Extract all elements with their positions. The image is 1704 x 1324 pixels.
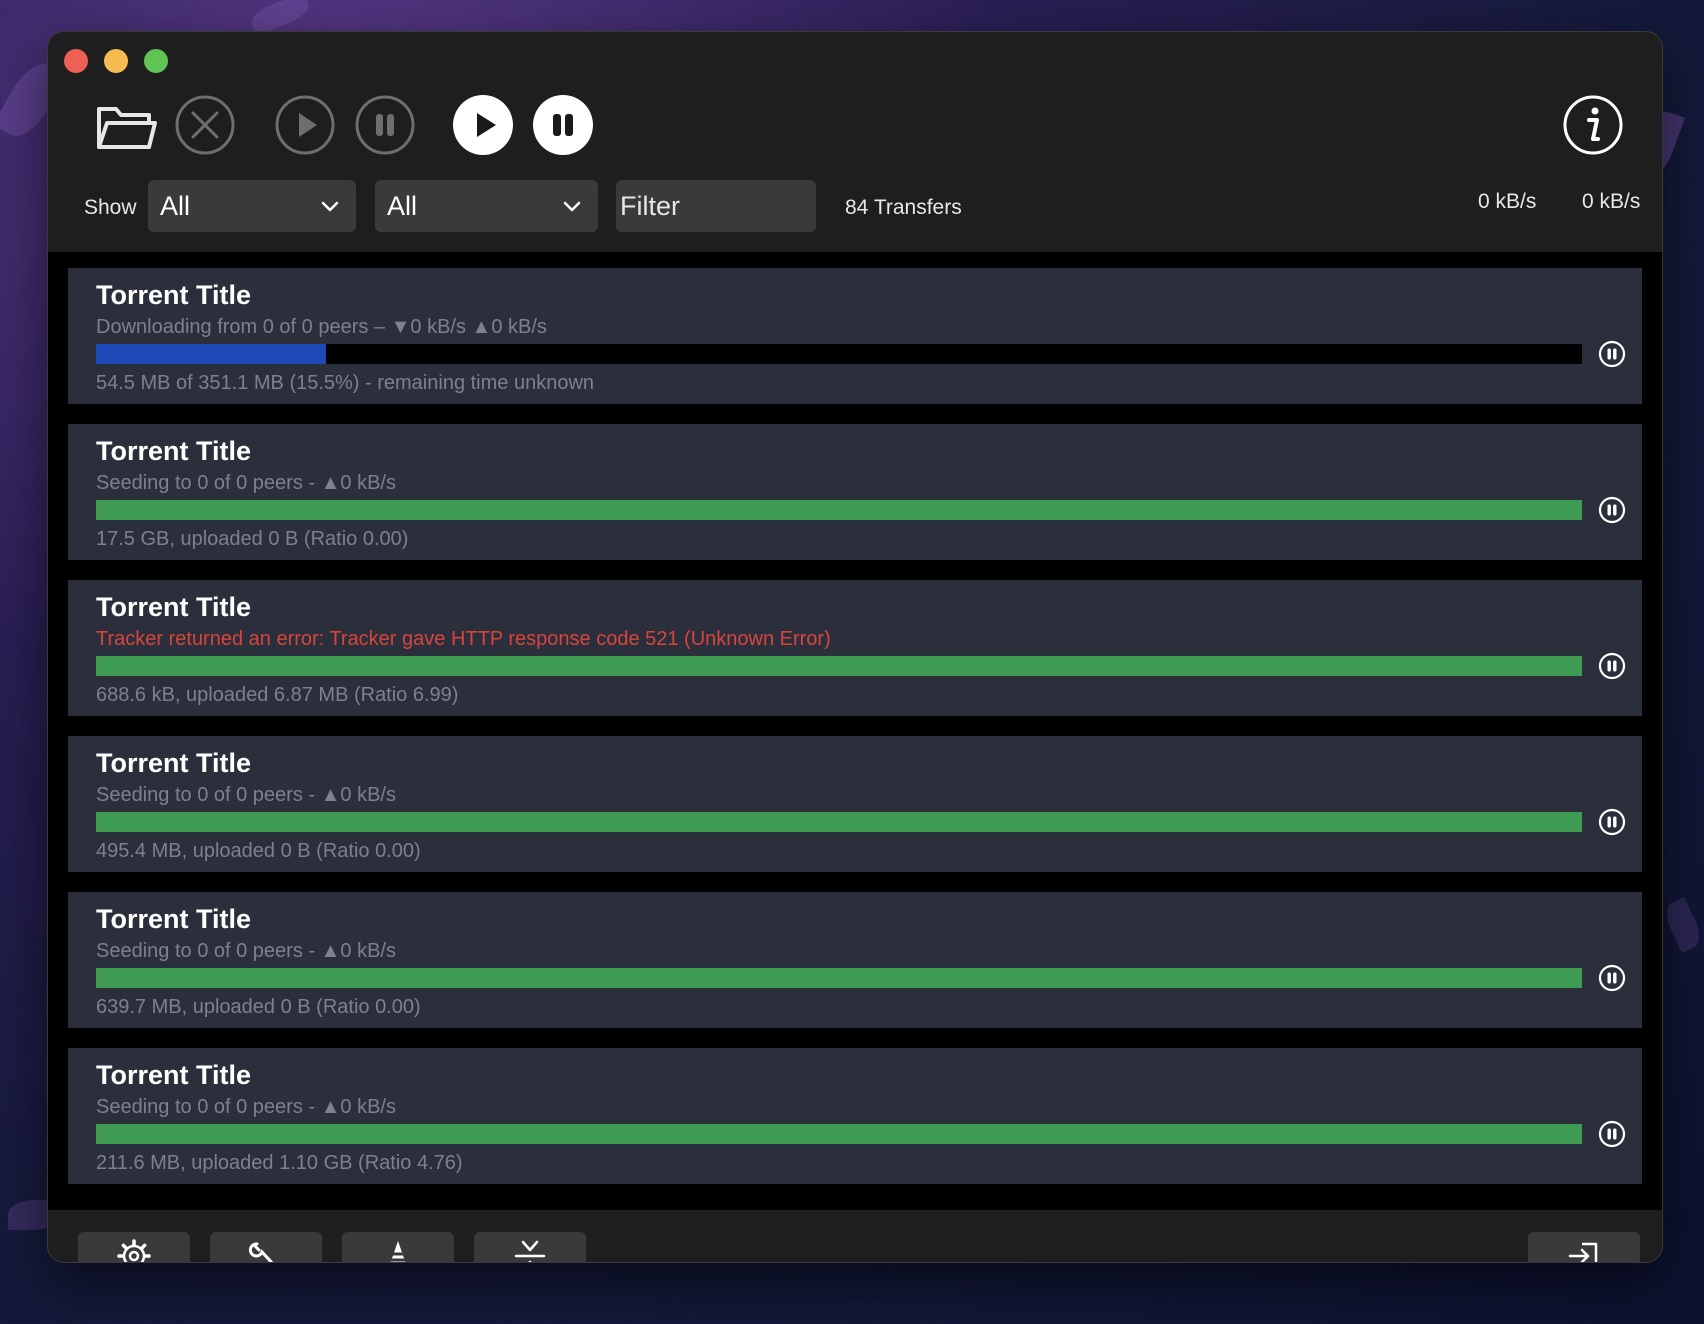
resume-all-button[interactable] xyxy=(452,94,514,156)
transfer-status: Seeding to 0 of 0 peers - ▲0 kB/s xyxy=(96,1096,396,1118)
show-label: Show xyxy=(84,196,137,219)
status-filter-value: All xyxy=(160,190,191,221)
upload-speed: 0 kB/s xyxy=(1582,190,1641,213)
transfer-list[interactable]: Torrent Title Downloading from 0 of 0 pe… xyxy=(48,252,1662,1210)
resume-button[interactable] xyxy=(274,94,336,156)
chevron-down-icon xyxy=(321,201,339,212)
progress-fill xyxy=(96,656,1582,676)
remove-button[interactable] xyxy=(174,94,236,156)
sign-in-button[interactable] xyxy=(1528,1232,1640,1262)
remove-icon xyxy=(175,95,235,155)
transfer-info: 688.6 kB, uploaded 6.87 MB (Ratio 6.99) xyxy=(96,684,459,706)
transfer-status: Downloading from 0 of 0 peers – ▼0 kB/s … xyxy=(96,316,547,338)
group-filter-select[interactable]: All xyxy=(375,180,598,232)
progress-fill xyxy=(96,968,1582,988)
group-filter-value: All xyxy=(387,190,418,221)
download-speed: 0 kB/s xyxy=(1478,190,1537,213)
progress-fill xyxy=(96,500,1582,520)
transfer-title: Torrent Title xyxy=(96,280,252,310)
transfer-count: 84 Transfers xyxy=(845,196,962,219)
gear-icon xyxy=(117,1239,151,1262)
pause-icon[interactable] xyxy=(1598,340,1626,368)
pause-icon[interactable] xyxy=(1598,808,1626,836)
speed-limit-cone-icon xyxy=(390,1241,406,1262)
background-leaf xyxy=(1660,896,1704,954)
resume-all-icon xyxy=(453,95,513,155)
speed-limit-button[interactable] xyxy=(342,1232,454,1262)
pause-icon xyxy=(355,95,415,155)
transfer-row[interactable]: Torrent Title Seeding to 0 of 0 peers - … xyxy=(68,424,1642,560)
transfer-status: Seeding to 0 of 0 peers - ▲0 kB/s xyxy=(96,784,396,806)
transfer-title: Torrent Title xyxy=(96,592,252,622)
pause-button[interactable] xyxy=(354,94,416,156)
transfer-title: Torrent Title xyxy=(96,904,252,934)
transfer-info: 17.5 GB, uploaded 0 B (Ratio 0.00) xyxy=(96,528,409,550)
transfer-status: Tracker returned an error: Tracker gave … xyxy=(96,628,831,650)
collapse-button[interactable] xyxy=(474,1232,586,1262)
info-icon xyxy=(1563,95,1623,155)
transfer-info: 54.5 MB of 351.1 MB (15.5%) - remaining … xyxy=(96,372,595,394)
transfer-info: 639.7 MB, uploaded 0 B (Ratio 0.00) xyxy=(96,996,421,1018)
bottom-bar xyxy=(48,1210,1662,1262)
progress-bar xyxy=(96,344,1582,364)
app-window: Show All All Filter 84 Transfers 0 kB/s … xyxy=(48,32,1662,1262)
resume-icon xyxy=(275,95,335,155)
transfer-status: Seeding to 0 of 0 peers - ▲0 kB/s xyxy=(96,472,396,494)
transfer-row[interactable]: Torrent Title Seeding to 0 of 0 peers - … xyxy=(68,892,1642,1028)
progress-fill xyxy=(96,812,1582,832)
pause-icon[interactable] xyxy=(1598,1120,1626,1148)
collapse-icon xyxy=(514,1240,546,1262)
filter-search-input[interactable]: Filter xyxy=(616,180,816,232)
transfer-info: 495.4 MB, uploaded 0 B (Ratio 0.00) xyxy=(96,840,421,862)
filter-placeholder: Filter xyxy=(620,190,680,221)
transfer-title: Torrent Title xyxy=(96,436,252,466)
transfer-row[interactable]: Torrent Title Seeding to 0 of 0 peers - … xyxy=(68,736,1642,872)
inspector-button[interactable] xyxy=(1562,94,1624,156)
close-window-button[interactable] xyxy=(64,49,88,73)
transfer-info: 211.6 MB, uploaded 1.10 GB (Ratio 4.76) xyxy=(96,1152,463,1174)
pause-all-icon xyxy=(533,95,593,155)
tools-button[interactable] xyxy=(210,1232,322,1262)
transfer-title: Torrent Title xyxy=(96,1060,252,1090)
transfer-row[interactable]: Torrent Title Tracker returned an error:… xyxy=(68,580,1642,716)
sign-in-icon xyxy=(1568,1242,1598,1262)
progress-bar xyxy=(96,500,1582,520)
pause-icon[interactable] xyxy=(1598,964,1626,992)
transfer-title: Torrent Title xyxy=(96,748,252,778)
pause-icon[interactable] xyxy=(1598,652,1626,680)
background-leaf xyxy=(247,0,313,36)
chevron-down-icon xyxy=(563,201,581,212)
minimize-window-button[interactable] xyxy=(104,49,128,73)
progress-bar xyxy=(96,968,1582,988)
transfer-row[interactable]: Torrent Title Seeding to 0 of 0 peers - … xyxy=(68,1048,1642,1184)
status-filter-select[interactable]: All xyxy=(148,180,356,232)
pause-icon[interactable] xyxy=(1598,496,1626,524)
zoom-window-button[interactable] xyxy=(144,49,168,73)
transfer-status: Seeding to 0 of 0 peers - ▲0 kB/s xyxy=(96,940,396,962)
wrench-icon xyxy=(248,1242,274,1262)
pause-all-button[interactable] xyxy=(532,94,594,156)
progress-fill xyxy=(96,344,327,364)
transfer-row[interactable]: Torrent Title Downloading from 0 of 0 pe… xyxy=(68,268,1642,404)
progress-bar xyxy=(96,812,1582,832)
settings-button[interactable] xyxy=(78,1232,190,1262)
progress-bar xyxy=(96,656,1582,676)
progress-fill xyxy=(96,1124,1582,1144)
progress-bar xyxy=(96,1124,1582,1144)
folder-open-icon xyxy=(97,107,157,149)
open-torrent-button[interactable] xyxy=(94,96,158,156)
